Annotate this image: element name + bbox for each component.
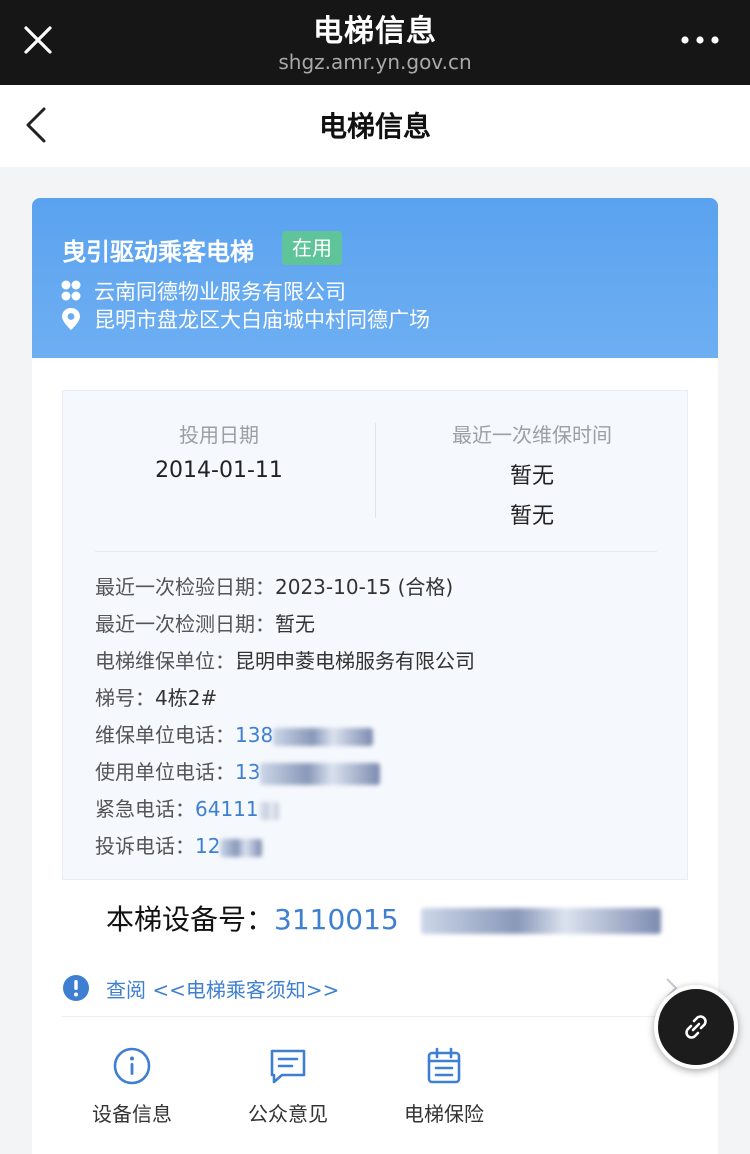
- inspection-row: 最近一次检验日期：2023-10-15 (合格): [95, 569, 475, 606]
- commission-label: 投用日期: [179, 423, 259, 447]
- device-id-row: 本梯设备号：3110015: [106, 898, 661, 938]
- divider: [95, 551, 657, 552]
- link-icon: [685, 1015, 707, 1039]
- browser-title: 电梯信息: [313, 14, 437, 49]
- location-pin-icon: [62, 308, 80, 330]
- details-list: 最近一次检验日期：2023-10-15 (合格) 最近一次检测日期：暂无 电梯维…: [95, 569, 475, 865]
- info-circle-icon: [113, 1047, 151, 1085]
- maintenance-column: 最近一次维保时间 暂无 暂无: [376, 419, 688, 530]
- status-badge: 在用: [282, 231, 342, 265]
- maint-phone-link[interactable]: 138: [235, 723, 273, 747]
- bottom-tabs: 设备信息 公众意见 电梯保险: [62, 1046, 542, 1136]
- passenger-notice-row[interactable]: 查阅 <<电梯乘客须知>>: [62, 963, 688, 1013]
- maint-phone-row: 维保单位电话：138: [95, 717, 475, 754]
- maintenance-label: 最近一次维保时间: [452, 423, 612, 447]
- commission-date: 2014-01-11: [155, 458, 283, 483]
- tab-public-feedback[interactable]: 公众意见: [218, 1046, 358, 1127]
- redacted-blur: [220, 838, 263, 857]
- testing-row: 最近一次检测日期：暂无: [95, 606, 475, 643]
- device-id-number: 3110015: [274, 903, 399, 936]
- maintenance-value-2: 暂无: [509, 504, 554, 529]
- info-icon: [63, 975, 89, 1001]
- divider: [62, 1016, 688, 1017]
- user-phone-row: 使用单位电话：13: [95, 754, 475, 791]
- tab-label: 设备信息: [92, 1102, 172, 1126]
- maint-unit-value: 昆明申菱电梯服务有限公司: [235, 649, 475, 673]
- passenger-notice-link[interactable]: 查阅 <<电梯乘客须知>>: [106, 974, 339, 1003]
- elevator-number-value: 4栋2#: [155, 686, 218, 710]
- address-row: 昆明市盘龙区大白庙城中村同德广场: [60, 304, 430, 334]
- emergency-phone-row: 紧急电话：64111: [95, 791, 475, 828]
- maint-unit-row: 电梯维保单位：昆明申菱电梯服务有限公司: [95, 643, 475, 680]
- testing-label: 最近一次检测日期：: [95, 612, 275, 636]
- redacted-blur: [258, 801, 279, 820]
- company-row: 云南同德物业服务有限公司: [60, 276, 346, 306]
- page-nav: 电梯信息: [0, 85, 750, 167]
- share-link-button[interactable]: [654, 985, 738, 1069]
- complaint-phone-link[interactable]: 12: [195, 834, 220, 858]
- inspection-label: 最近一次检验日期：: [95, 575, 275, 599]
- device-id-label: 本梯设备号：: [106, 903, 275, 936]
- redacted-blur: [260, 762, 381, 785]
- maint-unit-label: 电梯维保单位：: [95, 649, 235, 673]
- maintenance-value-1: 暂无: [509, 464, 554, 489]
- company-name: 云南同德物业服务有限公司: [94, 280, 346, 304]
- tab-label: 电梯保险: [404, 1102, 484, 1126]
- page-title: 电梯信息: [318, 110, 431, 143]
- elevator-card: 曳引驱动乘客电梯 在用 云南同德物业服务有限公司 昆明市盘龙区大白庙城中村同德广…: [32, 198, 718, 1154]
- commission-column: 投用日期 2014-01-11: [63, 419, 375, 483]
- emergency-phone-link[interactable]: 64111: [195, 797, 259, 821]
- address: 昆明市盘龙区大白庙城中村同德广场: [94, 308, 430, 332]
- inspection-value: 2023-10-15 (合格): [275, 575, 454, 599]
- redacted-blur: [420, 908, 661, 934]
- more-icon[interactable]: [680, 30, 720, 50]
- elevator-number-row: 梯号：4栋2#: [95, 680, 475, 717]
- company-icon: [61, 280, 81, 301]
- browser-bar: 电梯信息 shgz.amr.yn.gov.cn: [0, 0, 750, 85]
- user-phone-link[interactable]: 13: [235, 760, 260, 784]
- elevator-number-label: 梯号：: [95, 686, 155, 710]
- elevator-type: 曳引驱动乘客电梯: [62, 238, 254, 266]
- complaint-label: 投诉电话：: [95, 834, 195, 858]
- testing-value: 暂无: [275, 612, 315, 636]
- calendar-icon: [427, 1047, 461, 1084]
- tab-label: 公众意见: [248, 1102, 328, 1126]
- message-icon: [270, 1049, 306, 1084]
- emergency-label: 紧急电话：: [95, 797, 195, 821]
- user-phone-label: 使用单位电话：: [95, 760, 235, 784]
- card-header: 曳引驱动乘客电梯 在用 云南同德物业服务有限公司 昆明市盘龙区大白庙城中村同德广…: [32, 198, 718, 358]
- redacted-blur: [273, 727, 374, 746]
- complaint-phone-row: 投诉电话：12: [95, 828, 475, 865]
- info-box: 投用日期 2014-01-11 最近一次维保时间 暂无 暂无 最近一次检验日期：…: [62, 390, 688, 880]
- tab-elevator-insurance[interactable]: 电梯保险: [374, 1046, 514, 1127]
- browser-domain: shgz.amr.yn.gov.cn: [278, 50, 472, 74]
- tab-device-info[interactable]: 设备信息: [62, 1046, 202, 1127]
- maint-phone-label: 维保单位电话：: [95, 723, 235, 747]
